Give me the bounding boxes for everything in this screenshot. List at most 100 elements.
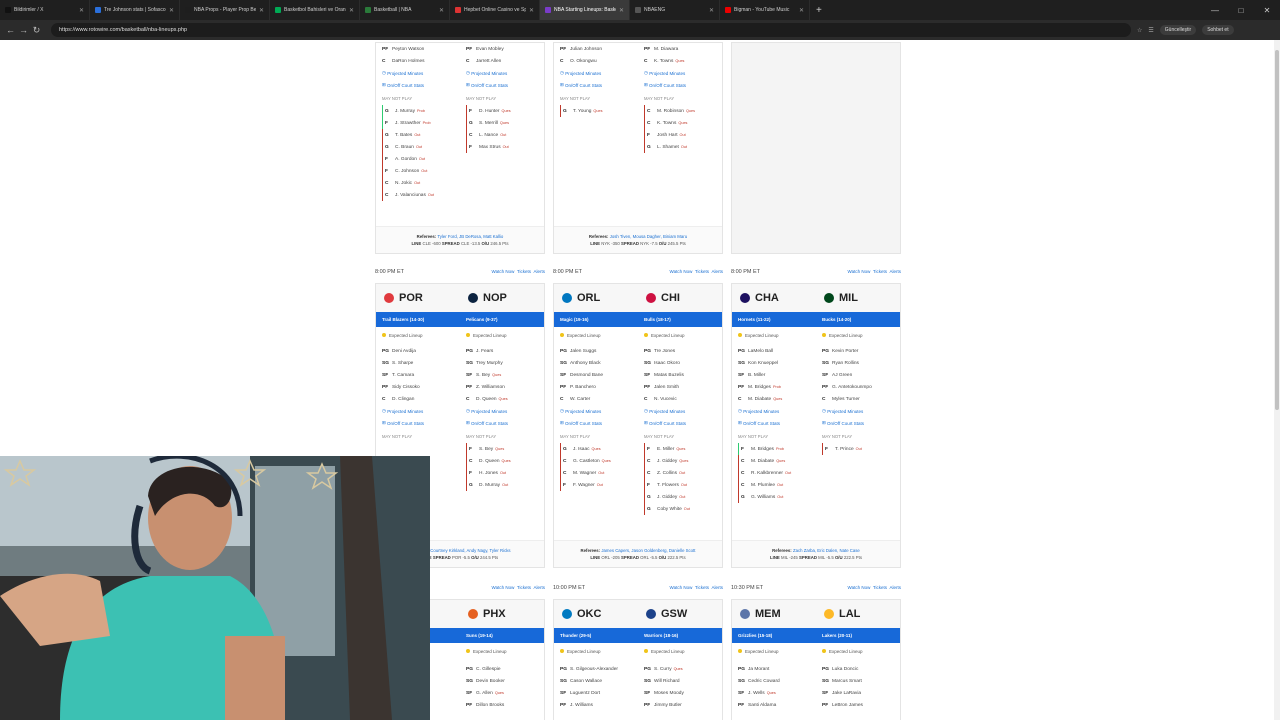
player-row[interactable]: PG S. Curry Ques: [644, 663, 722, 675]
browser-tab[interactable]: Basketbol Bahisleri ve Oranları - S...✕: [270, 0, 360, 20]
player-row[interactable]: PF G. Antetokounmpo: [822, 381, 900, 393]
player-row[interactable]: F D. Hunter Ques: [466, 105, 544, 117]
player-row[interactable]: PG Kevin Porter: [822, 345, 900, 357]
watch-now-link[interactable]: Watch Now: [670, 269, 693, 274]
player-row[interactable]: SF T. Camara: [382, 369, 460, 381]
player-row[interactable]: SF Jake LaRavia: [822, 687, 900, 699]
player-row[interactable]: C M. Wagner Out: [560, 467, 638, 479]
onoff-stats-link[interactable]: ⊞ On/Off Court Stats: [738, 417, 816, 429]
projected-minutes-link[interactable]: ◷ Projected Minutes: [466, 405, 544, 417]
player-row[interactable]: C K. Towns Ques: [644, 55, 722, 67]
alerts-link[interactable]: Alerts: [889, 269, 901, 274]
player-row[interactable]: F S. Bey Ques: [466, 443, 544, 455]
team-mem[interactable]: MEM: [732, 608, 816, 620]
tickets-link[interactable]: Tickets: [873, 269, 887, 274]
player-row[interactable]: C L. Nance Out: [466, 129, 544, 141]
player-row[interactable]: PF Jimmy Butler: [644, 699, 722, 711]
player-row[interactable]: PG Ja Morant: [738, 663, 816, 675]
projected-minutes-link[interactable]: ◷ Projected Minutes: [644, 405, 722, 417]
player-row[interactable]: SG Will Richard: [644, 675, 722, 687]
player-row[interactable]: G T. Bates Out: [382, 129, 460, 141]
onoff-stats-link[interactable]: ⊞ On/Off Court Stats: [466, 79, 544, 91]
close-icon[interactable]: ✕: [169, 7, 174, 14]
player-row[interactable]: SF Desmond Bane: [560, 369, 638, 381]
player-row[interactable]: G J. Murray Prob: [382, 105, 460, 117]
alerts-link[interactable]: Alerts: [533, 269, 545, 274]
onoff-stats-link[interactable]: ⊞ On/Off Court Stats: [466, 417, 544, 429]
window-close-icon[interactable]: ✕: [1254, 6, 1280, 15]
player-row[interactable]: F C. Johnson Out: [382, 165, 460, 177]
close-icon[interactable]: ✕: [529, 7, 534, 14]
close-icon[interactable]: ✕: [439, 7, 444, 14]
close-icon[interactable]: ✕: [619, 7, 624, 14]
player-row[interactable]: C Z. Collins Out: [644, 467, 722, 479]
onoff-stats-link[interactable]: ⊞ On/Off Court Stats: [560, 79, 638, 91]
team-por[interactable]: POR: [376, 292, 460, 304]
browser-tab[interactable]: Basketball | NBA ✕: [360, 0, 450, 20]
player-row[interactable]: F F. Wagner Out: [560, 479, 638, 491]
browser-tab[interactable]: Tre Johnson stats | Sofascore ✕: [90, 0, 180, 20]
player-row[interactable]: SG Trey Murphy: [466, 357, 544, 369]
close-icon[interactable]: ✕: [709, 7, 714, 14]
referees-list[interactable]: Josh Tiven, Mousa Dagher, Biniam Maru: [610, 234, 687, 239]
player-row[interactable]: G Coby White Out: [644, 503, 722, 515]
projected-minutes-link[interactable]: ◷ Projected Minutes: [382, 67, 460, 79]
back-icon[interactable]: ←: [4, 25, 17, 35]
onoff-stats-link[interactable]: ⊞ On/Off Court Stats: [382, 417, 460, 429]
player-row[interactable]: F Max Strus Out: [466, 141, 544, 153]
player-row[interactable]: G S. Merrill Ques: [466, 117, 544, 129]
browser-tab[interactable]: Bigman - YouTube Music ✕: [720, 0, 810, 20]
referees-list[interactable]: James Capers, Jason Goldenberg, Danielle…: [601, 548, 695, 553]
player-row[interactable]: G D. Murray Out: [466, 479, 544, 491]
tickets-link[interactable]: Tickets: [517, 585, 531, 590]
new-tab-icon[interactable]: +: [810, 5, 828, 16]
onoff-stats-link[interactable]: ⊞ On/Off Court Stats: [382, 79, 460, 91]
player-row[interactable]: SG Cedric Coward: [738, 675, 816, 687]
maximize-icon[interactable]: □: [1228, 6, 1254, 15]
player-row[interactable]: F E. Miller Ques: [644, 443, 722, 455]
player-row[interactable]: C K. Towns Ques: [644, 117, 722, 129]
player-row[interactable]: PF Dillon Brooks: [466, 699, 544, 711]
close-icon[interactable]: ✕: [349, 7, 354, 14]
player-row[interactable]: G C. Braun Out: [382, 141, 460, 153]
team-chi[interactable]: CHI: [638, 292, 722, 304]
player-row[interactable]: SG Kon Knueppel: [738, 357, 816, 369]
player-row[interactable]: G J. Isaac Ques: [560, 443, 638, 455]
scrollbar-thumb[interactable]: [1275, 50, 1279, 410]
player-row[interactable]: SF AJ Green: [822, 369, 900, 381]
projected-minutes-link[interactable]: ◷ Projected Minutes: [644, 67, 722, 79]
team-phx[interactable]: PHX: [460, 608, 544, 620]
player-row[interactable]: G G. Williams Out: [738, 491, 816, 503]
player-row[interactable]: C W. Carter: [560, 393, 638, 405]
player-row[interactable]: SF G. Allen Ques: [466, 687, 544, 699]
player-row[interactable]: PG LaMelo Ball: [738, 345, 816, 357]
player-row[interactable]: PG J. Fears: [466, 345, 544, 357]
player-row[interactable]: C M. Diabate Ques: [738, 393, 816, 405]
referees-list[interactable]: Zach Zarba, Eric Dalen, Nate Case: [793, 548, 860, 553]
referees-list[interactable]: Courtney Kirkland, Andy Nagy, Tyler Rick…: [430, 548, 510, 553]
onoff-stats-link[interactable]: ⊞ On/Off Court Stats: [644, 417, 722, 429]
player-row[interactable]: C M. Robinson Ques: [644, 105, 722, 117]
projected-minutes-link[interactable]: ◷ Projected Minutes: [738, 405, 816, 417]
extensions-icon[interactable]: ☰: [1148, 27, 1153, 34]
player-row[interactable]: G T. Young Ques: [560, 105, 638, 117]
browser-tab[interactable]: NBAENG ✕: [630, 0, 720, 20]
player-row[interactable]: PF Evan Mobley: [466, 43, 544, 55]
player-row[interactable]: PG Jalen Suggs: [560, 345, 638, 357]
player-row[interactable]: F A. Gordon Out: [382, 153, 460, 165]
player-row[interactable]: C J. Giddey Ques: [644, 455, 722, 467]
player-row[interactable]: C M. Diabate Ques: [738, 455, 816, 467]
player-row[interactable]: C M. Plumlee Out: [738, 479, 816, 491]
player-row[interactable]: F J. Strawther Prob: [382, 117, 460, 129]
watch-now-link[interactable]: Watch Now: [848, 269, 871, 274]
tickets-link[interactable]: Tickets: [695, 585, 709, 590]
player-row[interactable]: C R. Kalkbrenner Out: [738, 467, 816, 479]
projected-minutes-link[interactable]: ◷ Projected Minutes: [822, 405, 900, 417]
player-row[interactable]: C Myles Turner: [822, 393, 900, 405]
player-row[interactable]: F H. Jones Out: [466, 467, 544, 479]
player-row[interactable]: SG Anthony Black: [560, 357, 638, 369]
onoff-stats-link[interactable]: ⊞ On/Off Court Stats: [644, 79, 722, 91]
alerts-link[interactable]: Alerts: [711, 269, 723, 274]
browser-tab[interactable]: Hepbet Online Casino ve Spor Bah...✕: [450, 0, 540, 20]
close-icon[interactable]: ✕: [259, 7, 264, 14]
